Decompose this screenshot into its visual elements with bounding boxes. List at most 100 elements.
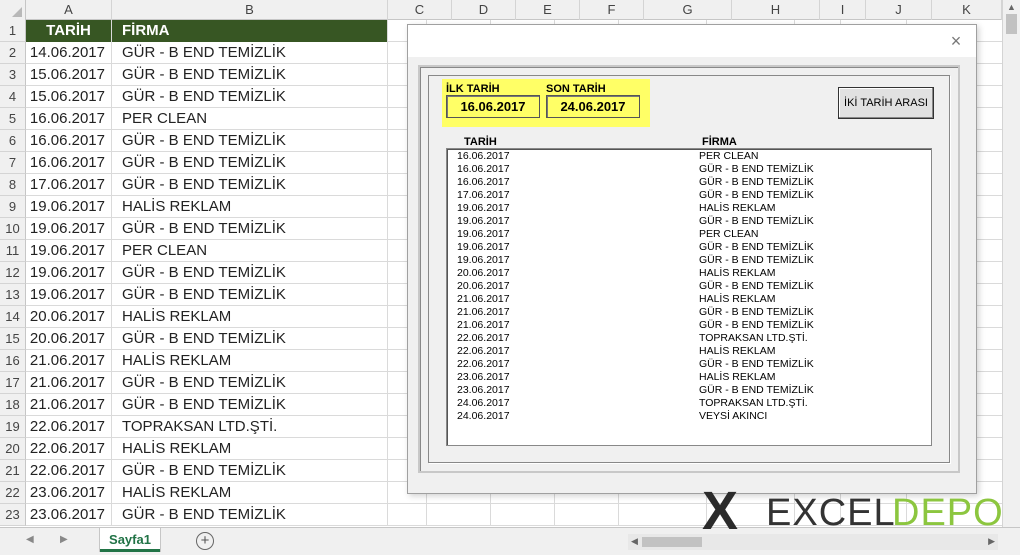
- scroll-right-icon[interactable]: ▶: [988, 536, 995, 547]
- cell-firma[interactable]: TOPRAKSAN LTD.ŞTİ.: [112, 416, 388, 438]
- tab-prev-icon[interactable]: ◀: [26, 534, 34, 545]
- list-item[interactable]: 21.06.2017 HALİS REKLAM: [447, 293, 931, 306]
- cell-tarih[interactable]: 21.06.2017: [26, 350, 112, 372]
- row-header[interactable]: 1: [0, 20, 26, 42]
- cell-firma[interactable]: GÜR - B END TEMİZLİK: [112, 328, 388, 350]
- cell-tarih[interactable]: 21.06.2017: [26, 394, 112, 416]
- list-item[interactable]: 22.06.2017 HALİS REKLAM: [447, 345, 931, 358]
- cell-tarih[interactable]: 15.06.2017: [26, 64, 112, 86]
- cell-tarih[interactable]: 19.06.2017: [26, 262, 112, 284]
- list-item[interactable]: 19.06.2017 GÜR - B END TEMİZLİK: [447, 215, 931, 228]
- add-sheet-icon[interactable]: +: [196, 532, 214, 550]
- select-all-corner[interactable]: [0, 0, 26, 20]
- cell-firma[interactable]: PER CLEAN: [112, 240, 388, 262]
- list-item[interactable]: 19.06.2017 GÜR - B END TEMİZLİK: [447, 254, 931, 267]
- tab-next-icon[interactable]: ▶: [60, 534, 68, 545]
- cell-firma[interactable]: GÜR - B END TEMİZLİK: [112, 262, 388, 284]
- row-header[interactable]: 18: [0, 394, 26, 416]
- column-header-e[interactable]: E: [516, 0, 580, 20]
- list-item[interactable]: 24.06.2017 TOPRAKSAN LTD.ŞTİ.: [447, 397, 931, 410]
- cell-firma[interactable]: GÜR - B END TEMİZLİK: [112, 86, 388, 108]
- cell-tarih[interactable]: 20.06.2017: [26, 306, 112, 328]
- dialog-titlebar[interactable]: ×: [408, 25, 976, 57]
- cell-tarih[interactable]: 23.06.2017: [26, 504, 112, 526]
- row-header[interactable]: 3: [0, 64, 26, 86]
- horizontal-scroll-thumb[interactable]: [642, 537, 702, 547]
- header-cell-tarih[interactable]: TARİH: [26, 20, 112, 42]
- cell-tarih[interactable]: 16.06.2017: [26, 108, 112, 130]
- cell-tarih[interactable]: 22.06.2017: [26, 460, 112, 482]
- list-item[interactable]: 19.06.2017 GÜR - B END TEMİZLİK: [447, 241, 931, 254]
- list-item[interactable]: 22.06.2017 TOPRAKSAN LTD.ŞTİ.: [447, 332, 931, 345]
- column-header-h[interactable]: H: [732, 0, 820, 20]
- list-item[interactable]: 24.06.2017 VEYSİ AKINCI: [447, 410, 931, 423]
- scroll-left-icon[interactable]: ◀: [631, 536, 638, 547]
- list-item[interactable]: 21.06.2017 GÜR - B END TEMİZLİK: [447, 306, 931, 319]
- row-header[interactable]: 9: [0, 196, 26, 218]
- cell-firma[interactable]: PER CLEAN: [112, 108, 388, 130]
- cell-tarih[interactable]: 21.06.2017: [26, 372, 112, 394]
- row-header[interactable]: 12: [0, 262, 26, 284]
- list-item[interactable]: 17.06.2017 GÜR - B END TEMİZLİK: [447, 189, 931, 202]
- cell-tarih[interactable]: 19.06.2017: [26, 284, 112, 306]
- cell-tarih[interactable]: 22.06.2017: [26, 438, 112, 460]
- list-item[interactable]: 23.06.2017 HALİS REKLAM: [447, 371, 931, 384]
- row-header[interactable]: 15: [0, 328, 26, 350]
- row-header[interactable]: 11: [0, 240, 26, 262]
- vertical-scrollbar[interactable]: ▲: [1002, 0, 1020, 527]
- cell-firma[interactable]: GÜR - B END TEMİZLİK: [112, 460, 388, 482]
- column-header-j[interactable]: J: [866, 0, 932, 20]
- cell-firma[interactable]: GÜR - B END TEMİZLİK: [112, 152, 388, 174]
- iki-tarih-arasi-button[interactable]: İKİ TARİH ARASI: [838, 87, 934, 119]
- ilk-tarih-input[interactable]: 16.06.2017: [446, 95, 540, 118]
- cell-firma[interactable]: HALİS REKLAM: [112, 306, 388, 328]
- row-header[interactable]: 23: [0, 504, 26, 526]
- row-header[interactable]: 13: [0, 284, 26, 306]
- column-header-b[interactable]: B: [112, 0, 388, 20]
- cell-tarih[interactable]: 14.06.2017: [26, 42, 112, 64]
- cell-firma[interactable]: GÜR - B END TEMİZLİK: [112, 174, 388, 196]
- row-header[interactable]: 22: [0, 482, 26, 504]
- row-header[interactable]: 8: [0, 174, 26, 196]
- cell-tarih[interactable]: 22.06.2017: [26, 416, 112, 438]
- column-header-k[interactable]: K: [932, 0, 1002, 20]
- cell-tarih[interactable]: 17.06.2017: [26, 174, 112, 196]
- scroll-up-icon[interactable]: ▲: [1007, 2, 1016, 12]
- cell-firma[interactable]: HALİS REKLAM: [112, 196, 388, 218]
- results-listbox[interactable]: 16.06.2017 PER CLEAN 16.06.2017 GÜR - B END…: [446, 148, 932, 446]
- list-item[interactable]: 16.06.2017 GÜR - B END TEMİZLİK: [447, 163, 931, 176]
- row-header[interactable]: 17: [0, 372, 26, 394]
- row-header[interactable]: 16: [0, 350, 26, 372]
- cell-firma[interactable]: GÜR - B END TEMİZLİK: [112, 394, 388, 416]
- row-header[interactable]: 21: [0, 460, 26, 482]
- column-header-i[interactable]: I: [820, 0, 866, 20]
- row-header[interactable]: 7: [0, 152, 26, 174]
- cell-tarih[interactable]: 16.06.2017: [26, 152, 112, 174]
- row-header[interactable]: 19: [0, 416, 26, 438]
- column-header-g[interactable]: G: [644, 0, 732, 20]
- column-header-d[interactable]: D: [452, 0, 516, 20]
- header-cell-firma[interactable]: FİRMA: [112, 20, 388, 42]
- column-header-c[interactable]: C: [388, 0, 452, 20]
- list-item[interactable]: 19.06.2017 PER CLEAN: [447, 228, 931, 241]
- close-icon[interactable]: ×: [944, 29, 968, 53]
- row-header[interactable]: 5: [0, 108, 26, 130]
- cell-firma[interactable]: GÜR - B END TEMİZLİK: [112, 372, 388, 394]
- cell-firma[interactable]: GÜR - B END TEMİZLİK: [112, 504, 388, 526]
- row-header[interactable]: 2: [0, 42, 26, 64]
- list-item[interactable]: 16.06.2017 PER CLEAN: [447, 150, 931, 163]
- cell-tarih[interactable]: 15.06.2017: [26, 86, 112, 108]
- cell-firma[interactable]: GÜR - B END TEMİZLİK: [112, 218, 388, 240]
- list-item[interactable]: 20.06.2017 GÜR - B END TEMİZLİK: [447, 280, 931, 293]
- cell-tarih[interactable]: 20.06.2017: [26, 328, 112, 350]
- list-item[interactable]: 23.06.2017 GÜR - B END TEMİZLİK: [447, 384, 931, 397]
- cell-tarih[interactable]: 19.06.2017: [26, 218, 112, 240]
- row-header[interactable]: 10: [0, 218, 26, 240]
- column-header-f[interactable]: F: [580, 0, 644, 20]
- sheet-tab-sayfa1[interactable]: Sayfa1: [100, 528, 160, 552]
- cell-firma[interactable]: GÜR - B END TEMİZLİK: [112, 42, 388, 64]
- row-header[interactable]: 4: [0, 86, 26, 108]
- list-item[interactable]: 19.06.2017 HALİS REKLAM: [447, 202, 931, 215]
- vertical-scroll-thumb[interactable]: [1006, 14, 1017, 34]
- son-tarih-input[interactable]: 24.06.2017: [546, 95, 640, 118]
